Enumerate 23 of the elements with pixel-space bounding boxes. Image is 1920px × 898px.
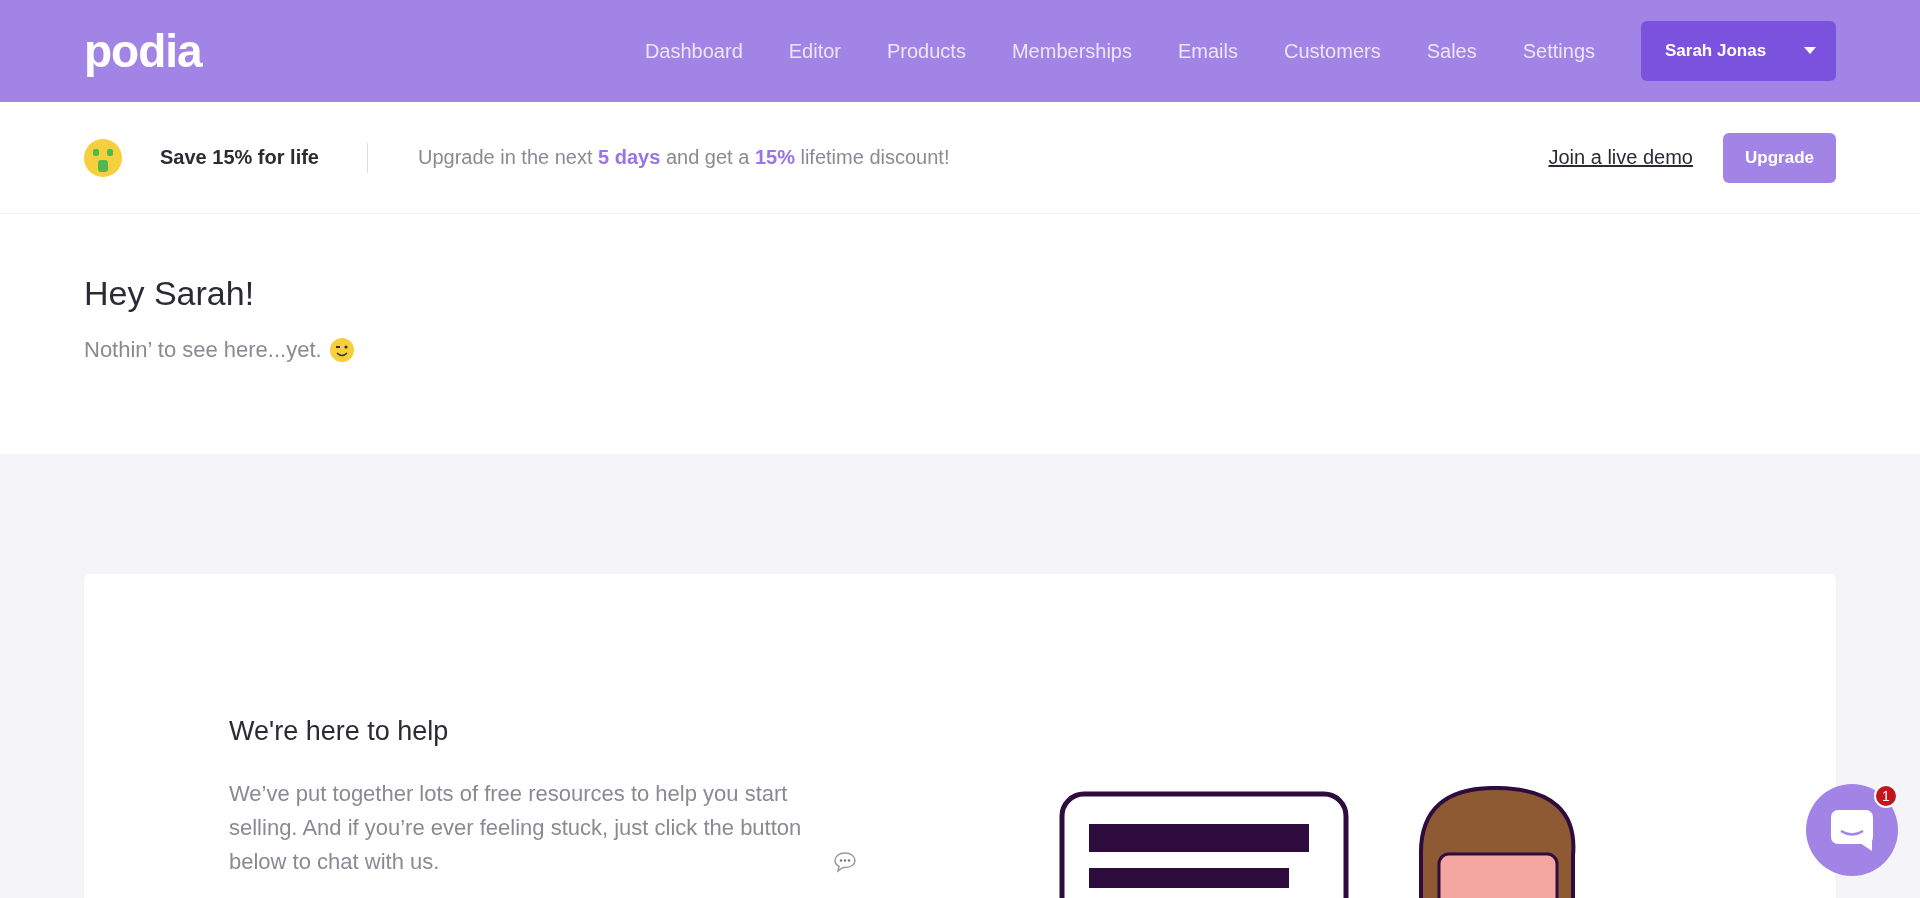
wink-face-icon [329,338,354,362]
nav-link[interactable]: Sales [1426,39,1477,63]
greeting-title: Hey Sarah! [84,274,256,313]
notification-badge: 1 [1874,784,1898,808]
nav-link[interactable]: Dashboard [644,39,743,63]
greeting-subtitle: Nothin’ to see here...yet. [84,337,322,363]
live-demo-link[interactable]: Join a live demo [1548,146,1693,169]
speech-bubble-icon [833,851,857,873]
help-text: We’ve put together lots of free resources to help you start selling. And if you’re ever feeling stuck, just click the button below to chat with us. [229,780,803,876]
logo[interactable]: podia [84,24,202,78]
nav-link[interactable]: Emails [1178,39,1238,63]
upgrade-button[interactable]: Upgrade [1723,132,1836,183]
promo-title: Save 15% for life [160,146,319,169]
caret-icon [1804,47,1816,55]
nav-link[interactable]: Customers [1284,39,1381,63]
nav-link[interactable]: Memberships [1011,39,1132,63]
nav-link[interactable]: Products [887,39,966,63]
help-title: We're here to help [229,716,450,747]
nav-link[interactable]: Editor [788,39,841,63]
promo-message: Upgrade in the next 5 days and get a 15% lifetime discount! [417,146,950,169]
account-dropdown[interactable]: Sarah Jonas [1641,21,1836,81]
chat-icon [1830,809,1874,851]
nav-link[interactable]: Settings [1522,39,1595,63]
